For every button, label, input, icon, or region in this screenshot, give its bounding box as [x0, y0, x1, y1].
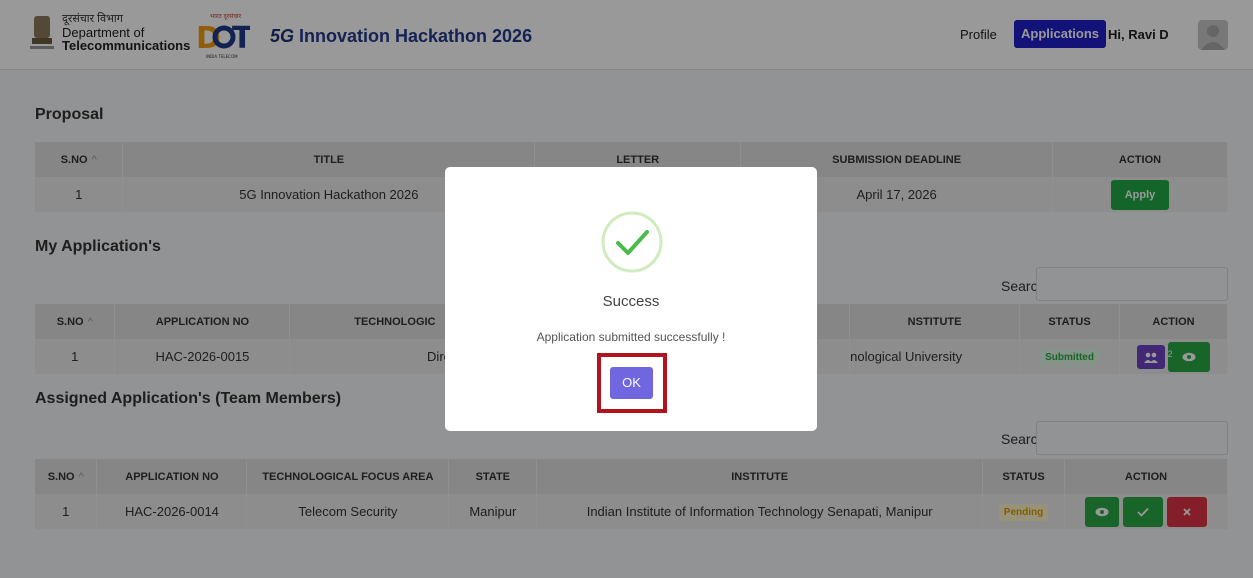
success-dialog: Success Application submitted successful… — [445, 167, 817, 431]
dialog-title: Success — [602, 293, 660, 310]
ok-button[interactable]: OK — [610, 367, 653, 399]
dialog-message: Application submitted successfully ! — [536, 330, 726, 344]
success-check-icon — [601, 211, 663, 273]
